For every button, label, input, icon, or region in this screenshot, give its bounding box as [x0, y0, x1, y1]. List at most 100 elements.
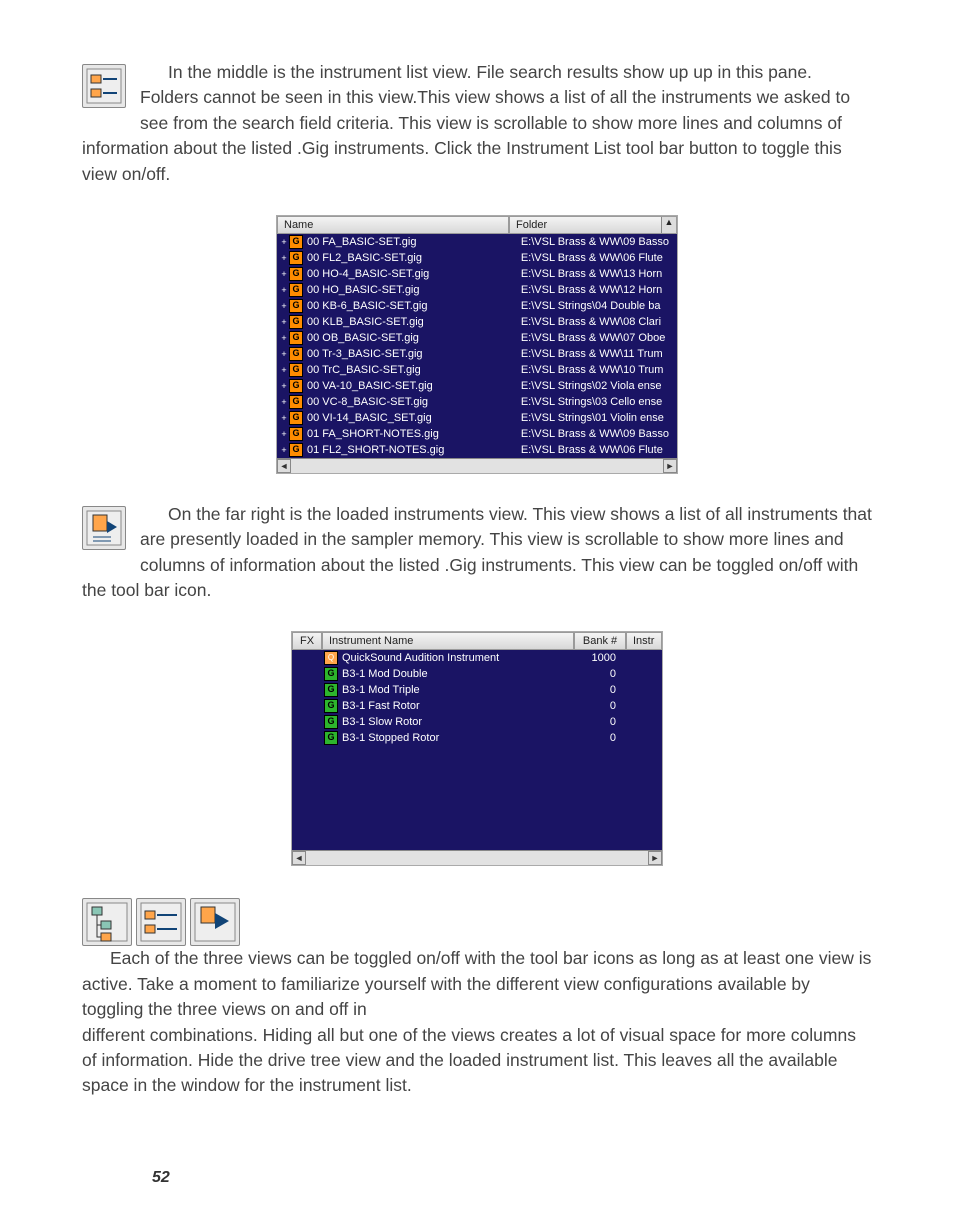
- file-name: 00 Tr-3_BASIC-SET.gig: [307, 348, 521, 360]
- file-folder: E:\VSL Brass & WW\12 Horn: [521, 284, 675, 296]
- table-row[interactable]: GB3-1 Mod Triple0: [292, 682, 662, 698]
- file-folder: E:\VSL Brass & WW\07 Oboe: [521, 332, 675, 344]
- instrument-name: B3-1 Fast Rotor: [342, 700, 564, 712]
- list-view-toggle-icon[interactable]: [136, 898, 186, 946]
- table-row[interactable]: +G00 VA-10_BASIC-SET.gigE:\VSL Strings\0…: [277, 378, 677, 394]
- expand-icon[interactable]: +: [279, 349, 289, 359]
- expand-icon[interactable]: +: [279, 397, 289, 407]
- scroll-right-icon[interactable]: ►: [663, 459, 677, 473]
- instrument-name: B3-1 Slow Rotor: [342, 716, 564, 728]
- paragraph-1: In the middle is the instrument list vie…: [82, 60, 872, 187]
- table-row[interactable]: +G 00 FL2_BASIC-SET.gigE:\VSL Brass & WW\…: [277, 250, 677, 266]
- file-name: 00 FA_BASIC-SET.gig: [307, 236, 521, 248]
- loaded-instruments-view-icon: [82, 506, 126, 550]
- page-number: 52: [152, 1169, 170, 1187]
- table-row[interactable]: +G 00 VC-8_BASIC-SET.gigE:\VSL Strings\03…: [277, 394, 677, 410]
- file-folder: E:\VSL Brass & WW\13 Horn: [521, 268, 675, 280]
- expand-icon[interactable]: +: [279, 317, 289, 327]
- expand-icon[interactable]: +: [279, 365, 289, 375]
- file-name: 00 HO_BASIC-SET.gig: [307, 284, 521, 296]
- gig-file-icon: G: [289, 267, 303, 281]
- file-name: 00 FL2_BASIC-SET.gig: [307, 252, 521, 264]
- table-row[interactable]: G B3-1 Slow Rotor0: [292, 714, 662, 730]
- expand-icon[interactable]: +: [279, 381, 289, 391]
- file-folder: E:\VSL Brass & WW\09 Basso: [521, 236, 675, 248]
- file-folder: E:\VSL Brass & WW\11 Trum: [521, 348, 675, 360]
- expand-icon[interactable]: +: [279, 301, 289, 311]
- file-folder: E:\VSL Brass & WW\08 Clari: [521, 316, 675, 328]
- gig-file-icon: G: [289, 315, 303, 329]
- gig-file-icon: G: [289, 347, 303, 361]
- table-row[interactable]: +G00 KB-6_BASIC-SET.gigE:\VSL Strings\04…: [277, 298, 677, 314]
- instrument-name: QuickSound Audition Instrument: [342, 652, 564, 664]
- scroll-left-icon[interactable]: ◄: [292, 851, 306, 865]
- horizontal-scrollbar[interactable]: ◄ ►: [277, 458, 677, 473]
- paragraph-3-cont: different combinations. Hiding all but o…: [82, 1023, 872, 1099]
- file-folder: E:\VSL Brass & WW\06 Flute: [521, 444, 675, 456]
- table-row[interactable]: +G01 FA_SHORT-NOTES.gigE:\VSL Brass & WW…: [277, 426, 677, 442]
- table-row[interactable]: QQuickSound Audition Instrument1000: [292, 650, 662, 666]
- file-folder: E:\VSL Strings\01 Violin ense: [521, 412, 675, 424]
- horizontal-scrollbar[interactable]: ◄ ►: [292, 850, 662, 865]
- column-header-instrument-name[interactable]: Instrument Name: [322, 632, 574, 650]
- loaded-view-toggle-icon[interactable]: [190, 898, 240, 946]
- tree-view-toggle-icon[interactable]: [82, 898, 132, 946]
- instrument-name: B3-1 Mod Double: [342, 668, 564, 680]
- table-row[interactable]: +G00 OB_BASIC-SET.gigE:\VSL Brass & WW\0…: [277, 330, 677, 346]
- expand-icon[interactable]: +: [279, 285, 289, 295]
- bank-number: 0: [564, 668, 624, 680]
- bank-number: 0: [564, 732, 624, 744]
- scroll-up-icon[interactable]: ▲: [661, 217, 676, 233]
- column-header-instr[interactable]: Instr: [626, 632, 662, 650]
- table-row[interactable]: +G00 TrC_BASIC-SET.gigE:\VSL Brass & WW\…: [277, 362, 677, 378]
- paragraph-2: On the far right is the loaded instrumen…: [82, 502, 872, 604]
- table-row[interactable]: +G 01 FL2_SHORT-NOTES.gigE:\VSL Brass & W…: [277, 442, 677, 458]
- table-row[interactable]: +G 00 Tr-3_BASIC-SET.gigE:\VSL Brass & WW…: [277, 346, 677, 362]
- file-name: 01 FL2_SHORT-NOTES.gig: [307, 444, 521, 456]
- instrument-icon: G: [324, 715, 338, 729]
- instrument-name: B3-1 Stopped Rotor: [342, 732, 564, 744]
- view-toggle-toolbar: [82, 898, 240, 946]
- scroll-left-icon[interactable]: ◄: [277, 459, 291, 473]
- column-header-bank[interactable]: Bank #: [574, 632, 626, 650]
- gig-file-icon: G: [289, 427, 303, 441]
- file-folder: E:\VSL Brass & WW\06 Flute: [521, 252, 675, 264]
- column-header-fx[interactable]: FX: [292, 632, 322, 650]
- gig-file-icon: G: [289, 411, 303, 425]
- gig-file-icon: G: [289, 251, 303, 265]
- column-header-folder[interactable]: Folder ▲: [509, 216, 677, 234]
- expand-icon[interactable]: +: [279, 445, 289, 455]
- table-row[interactable]: +G00 VI-14_BASIC_SET.gigE:\VSL Strings\0…: [277, 410, 677, 426]
- gig-file-icon: G: [289, 443, 303, 457]
- bank-number: 0: [564, 684, 624, 696]
- table-row[interactable]: +G 00 HO_BASIC-SET.gigE:\VSL Brass & WW\1…: [277, 282, 677, 298]
- column-header-name[interactable]: Name: [277, 216, 509, 234]
- expand-icon[interactable]: +: [279, 253, 289, 263]
- expand-icon[interactable]: +: [279, 413, 289, 423]
- table-row[interactable]: GB3-1 Fast Rotor0: [292, 698, 662, 714]
- expand-icon[interactable]: +: [279, 237, 289, 247]
- file-name: 00 KLB_BASIC-SET.gig: [307, 316, 521, 328]
- table-row[interactable]: G B3-1 Stopped Rotor0: [292, 730, 662, 746]
- expand-icon[interactable]: +: [279, 333, 289, 343]
- file-name: 00 HO-4_BASIC-SET.gig: [307, 268, 521, 280]
- expand-icon[interactable]: +: [279, 269, 289, 279]
- instrument-icon: G: [324, 731, 338, 745]
- table-row[interactable]: +G 00 HO-4_BASIC-SET.gigE:\VSL Brass & WW…: [277, 266, 677, 282]
- file-folder: E:\VSL Brass & WW\09 Basso: [521, 428, 675, 440]
- file-folder: E:\VSL Strings\03 Cello ense: [521, 396, 675, 408]
- scroll-right-icon[interactable]: ►: [648, 851, 662, 865]
- file-folder: E:\VSL Strings\02 Viola ense: [521, 380, 675, 392]
- expand-icon[interactable]: +: [279, 429, 289, 439]
- gig-file-icon: G: [289, 283, 303, 297]
- instrument-list-view-icon: [82, 64, 126, 108]
- gig-file-icon: G: [289, 331, 303, 345]
- table-row[interactable]: GB3-1 Mod Double0: [292, 666, 662, 682]
- table-row[interactable]: +G00 FA_BASIC-SET.gigE:\VSL Brass & WW\0…: [277, 234, 677, 250]
- instrument-list-screenshot: Name Folder ▲ +G00 FA_BASIC-SET.gigE:\VS…: [276, 215, 678, 474]
- file-name: 00 TrC_BASIC-SET.gig: [307, 364, 521, 376]
- file-name: 00 VC-8_BASIC-SET.gig: [307, 396, 521, 408]
- bank-number: 0: [564, 716, 624, 728]
- table-row[interactable]: +G 00 KLB_BASIC-SET.gigE:\VSL Brass & WW\…: [277, 314, 677, 330]
- gig-file-icon: G: [289, 395, 303, 409]
